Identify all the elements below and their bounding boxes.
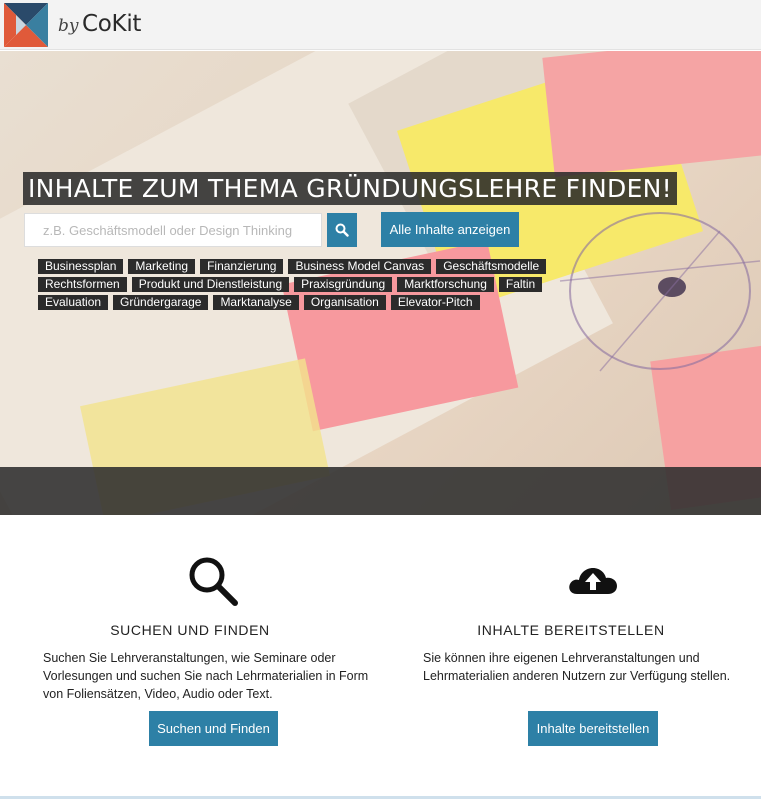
tag-link[interactable]: Finanzierung bbox=[200, 259, 284, 274]
tag-cloud: Businessplan Marketing Finanzierung Busi… bbox=[38, 259, 558, 313]
tag-link[interactable]: Organisation bbox=[303, 295, 386, 310]
feature-search-title: SUCHEN UND FINDEN bbox=[110, 622, 270, 638]
top-bar: by CoKit bbox=[0, 0, 761, 50]
hero-bottom-band bbox=[0, 467, 761, 515]
tag-link[interactable]: Rechtsformen bbox=[38, 277, 127, 292]
tag-link[interactable]: Marketing bbox=[128, 259, 196, 274]
tag-link[interactable]: Evaluation bbox=[38, 295, 109, 310]
tag-link[interactable]: Praxisgründung bbox=[294, 277, 393, 292]
tag-link[interactable]: Gründergarage bbox=[113, 295, 209, 310]
search-and-find-button[interactable]: Suchen und Finden bbox=[149, 711, 278, 746]
tag-row: Businessplan Marketing Finanzierung Busi… bbox=[38, 259, 558, 277]
feature-text-line: Suchen Sie Lehrveranstaltungen, wie Semi… bbox=[43, 651, 336, 665]
tag-link[interactable]: Business Model Canvas bbox=[288, 259, 432, 274]
brand-by: by bbox=[58, 16, 79, 36]
feature-text-line: Sie können ihre eigenen Lehrveranstaltun… bbox=[423, 651, 700, 665]
tag-link[interactable]: Geschäftsmodelle bbox=[436, 259, 547, 274]
feature-provide-text: Sie können ihre eigenen Lehrveranstaltun… bbox=[423, 649, 761, 685]
provide-content-button[interactable]: Inhalte bereitstellen bbox=[528, 711, 658, 746]
hero-title: INHALTE ZUM THEMA GRÜNDUNGSLEHRE FINDEN! bbox=[23, 172, 677, 205]
tag-link[interactable]: Faltin bbox=[498, 277, 543, 292]
brand-name[interactable]: CoKit bbox=[82, 11, 141, 37]
cokit-logo[interactable] bbox=[4, 3, 48, 47]
tag-row: Evaluation Gründergarage Marktanalyse Or… bbox=[38, 295, 558, 313]
tag-row: Rechtsformen Produkt und Dienstleistung … bbox=[38, 277, 558, 295]
search-icon bbox=[335, 223, 349, 237]
feature-text-line: Lehrmaterialien anderen Nutzern zur Verf… bbox=[423, 669, 731, 683]
tag-link[interactable]: Marktanalyse bbox=[213, 295, 299, 310]
feature-text-line: von Foliensätzen, Video, Audio oder Text… bbox=[43, 687, 273, 701]
search-button[interactable] bbox=[327, 213, 357, 247]
tag-link[interactable]: Businessplan bbox=[38, 259, 124, 274]
show-all-button[interactable]: Alle Inhalte anzeigen bbox=[381, 212, 519, 247]
feature-search-text: Suchen Sie Lehrveranstaltungen, wie Semi… bbox=[43, 649, 383, 703]
search-icon bbox=[189, 557, 238, 606]
tag-link[interactable]: Marktforschung bbox=[397, 277, 494, 292]
search-input[interactable] bbox=[24, 213, 322, 247]
hero-section: INHALTE ZUM THEMA GRÜNDUNGSLEHRE FINDEN!… bbox=[0, 51, 761, 515]
tag-link[interactable]: Produkt und Dienstleistung bbox=[131, 277, 290, 292]
cloud-upload-icon bbox=[569, 568, 617, 594]
feature-text-line: Vorlesungen und suchen Sie nach Lehrmate… bbox=[43, 669, 369, 683]
feature-provide-title: INHALTE BEREITSTELLEN bbox=[477, 622, 665, 638]
tag-link[interactable]: Elevator-Pitch bbox=[390, 295, 480, 310]
